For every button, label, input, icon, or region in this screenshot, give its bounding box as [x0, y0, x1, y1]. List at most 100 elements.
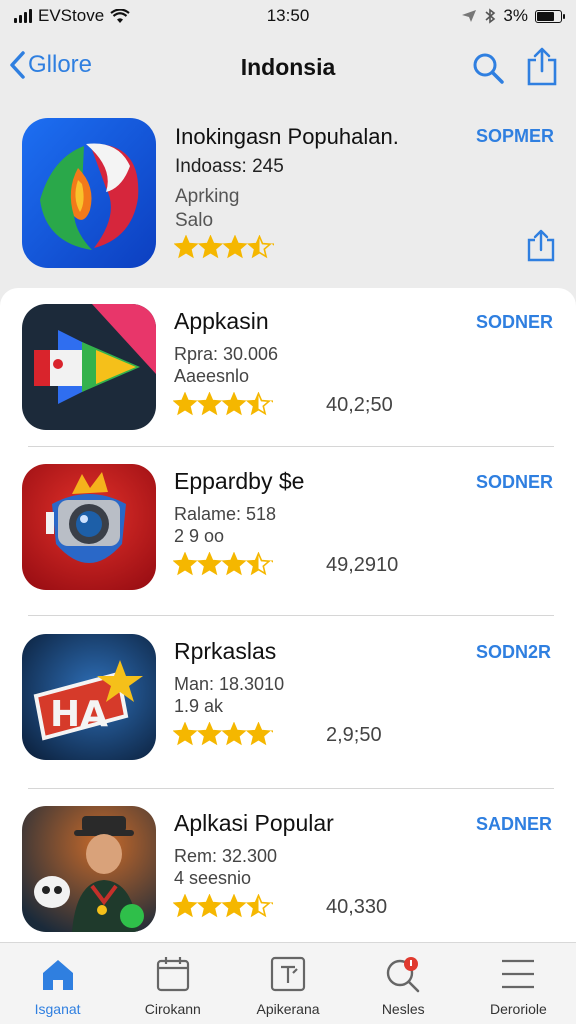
search-icon — [473, 53, 504, 84]
star-icon — [270, 893, 296, 918]
search-icon — [387, 957, 420, 993]
app-name: Rprkaslas — [174, 638, 277, 664]
back-button[interactable]: Gllore — [8, 50, 92, 80]
star-icon — [245, 893, 272, 918]
wifi-icon — [110, 8, 130, 23]
menu-icon — [502, 959, 535, 989]
tab-home[interactable]: Isganat — [0, 943, 115, 1024]
tab-bar: Isganat Cirokann Apikerana Nesles Derori… — [0, 942, 576, 1024]
share-icon — [527, 229, 555, 262]
back-label: Gllore — [28, 51, 93, 78]
rating-count: 40,330 — [326, 896, 388, 918]
star-icon — [172, 551, 198, 576]
divider — [28, 615, 554, 616]
app-meta: Ralame: 518 — [174, 504, 277, 524]
tab-apps[interactable]: Apikerana — [230, 943, 345, 1024]
star-rating — [173, 234, 297, 259]
star-rating — [172, 551, 296, 576]
star-icon — [221, 551, 247, 576]
star-icon — [172, 893, 198, 918]
chevron-left-icon — [10, 51, 25, 79]
app-subtitle: 4 seesnio — [174, 868, 252, 888]
featured-rating — [173, 234, 297, 264]
tab-label: Apikerana — [256, 1001, 320, 1017]
status-bar: EVStove 13:50 3% — [0, 0, 576, 32]
app-meta: Man: 18.3010 — [174, 674, 285, 694]
battery-icon — [535, 9, 565, 23]
app-row[interactable]: HA Rprkaslas Man: 18.3010 1.9 ak 2,9;50 … — [0, 618, 576, 778]
app-meta: Rem: 32.300 — [174, 846, 278, 866]
star-icon — [270, 551, 296, 576]
divider — [28, 788, 554, 789]
star-icon — [222, 234, 248, 259]
star-icon — [196, 391, 223, 416]
app-rating — [172, 893, 296, 923]
star-icon — [196, 893, 223, 918]
tab-label: Deroriole — [490, 1001, 547, 1017]
get-button[interactable]: SODNER — [476, 312, 553, 333]
star-icon — [270, 391, 296, 416]
app-rating — [172, 391, 296, 421]
app-icon-game-star: HA — [22, 634, 156, 760]
app-row[interactable]: Appkasin Rpra: 30.006 Aaeesnlo 40,2;50 S… — [0, 288, 576, 448]
featured-app-meta: Indoass: 245 — [175, 156, 284, 177]
tab-calendar[interactable]: Cirokann — [115, 943, 230, 1024]
app-list: Appkasin Rpra: 30.006 Aaeesnlo 40,2;50 S… — [0, 288, 576, 968]
star-icon — [245, 551, 272, 576]
star-icon — [196, 551, 223, 576]
tab-menu[interactable]: Deroriole — [461, 943, 576, 1024]
app-name: Appkasin — [174, 308, 269, 334]
app-name: Aplkasi Popular — [174, 810, 334, 836]
battery-percent: 3% — [503, 6, 528, 25]
featured-app-title: Inokingasn Popuhalan. — [175, 124, 399, 149]
star-icon — [245, 721, 272, 746]
star-icon — [196, 721, 223, 746]
bluetooth-icon — [485, 8, 496, 24]
star-icon — [197, 234, 224, 259]
tab-search[interactable]: Nesles — [346, 943, 461, 1024]
featured-app-icon — [22, 118, 156, 268]
status-right: 3% — [461, 6, 565, 26]
tab-label: Cirokann — [144, 1001, 201, 1017]
status-left: EVStove — [14, 6, 130, 26]
app-row[interactable]: Eppardby $e Ralame: 518 2 9 oo 49,2910 S… — [0, 448, 576, 608]
search-button[interactable] — [472, 52, 504, 89]
app-icon-play — [22, 304, 156, 430]
share-button[interactable] — [526, 46, 558, 91]
star-rating — [172, 893, 296, 918]
navigation-bar: Gllore Indonsia — [0, 40, 576, 96]
app-meta: Rpra: 30.006 — [174, 344, 279, 364]
tab-label: Nesles — [381, 1001, 425, 1017]
divider — [28, 446, 554, 447]
star-icon — [270, 721, 296, 746]
get-button[interactable]: SODNER — [476, 472, 553, 493]
app-icon-character — [22, 806, 156, 932]
carrier-name: EVStove — [38, 6, 105, 25]
app-rating — [172, 551, 296, 581]
star-icon — [246, 234, 273, 259]
calendar-icon — [156, 957, 189, 992]
star-icon — [172, 721, 198, 746]
rating-count: 40,2;50 — [326, 394, 393, 416]
app-row[interactable]: Aplkasi Popular Rem: 32.300 4 seesnio 40… — [0, 790, 576, 950]
app-subtitle: Aaeesnlo — [174, 366, 250, 386]
star-icon — [221, 391, 247, 416]
featured-share-button[interactable] — [526, 228, 556, 267]
star-icon — [173, 234, 199, 259]
get-button[interactable]: SADNER — [476, 814, 552, 835]
rating-count: 49,2910 — [326, 554, 399, 576]
app-subtitle: 2 9 oo — [174, 526, 225, 546]
star-icon — [221, 893, 247, 918]
star-rating — [172, 721, 296, 746]
featured-get-button[interactable]: SOPMER — [476, 126, 554, 147]
app-subtitle: 1.9 ak — [174, 696, 224, 716]
featured-app[interactable]: Inokingasn Popuhalan. Indoass: 245 Aprki… — [0, 110, 576, 280]
star-icon — [271, 234, 297, 259]
tab-label: Isganat — [34, 1001, 81, 1017]
location-icon — [462, 10, 477, 22]
app-rating — [172, 721, 296, 751]
star-icon — [221, 721, 247, 746]
signal-icon — [14, 9, 32, 23]
get-button[interactable]: SODN2R — [476, 642, 551, 663]
rating-count: 2,9;50 — [326, 724, 382, 746]
